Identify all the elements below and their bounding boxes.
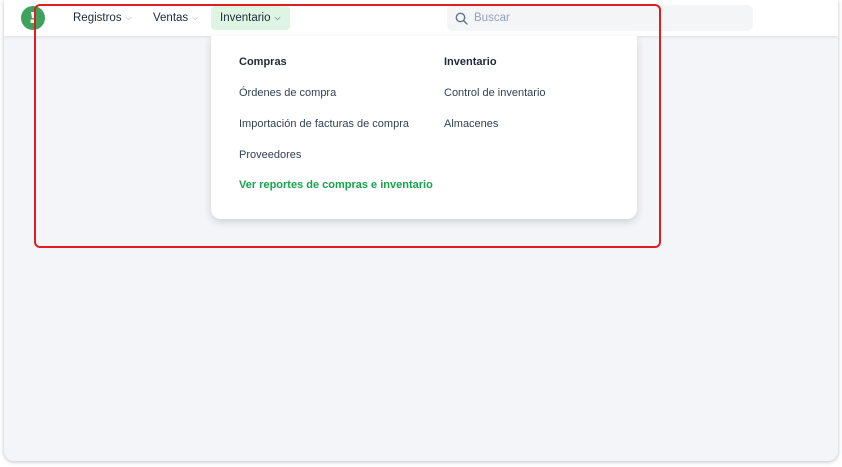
menu-item-ordenes-de-compra[interactable]: Órdenes de compra: [239, 87, 336, 99]
chevron-down-icon: ⌵: [274, 13, 281, 22]
inventario-dropdown-menu: Compras Órdenes de compra Importación de…: [211, 36, 637, 219]
top-navbar: Registros ⌵ Ventas ⌵ Inventario ⌵: [4, 0, 838, 36]
search-input[interactable]: [474, 12, 734, 24]
logo-icon: [30, 12, 36, 23]
menu-section-heading: Inventario: [444, 56, 497, 68]
chevron-down-icon: ⌵: [192, 13, 199, 22]
nav-item-label: Inventario: [220, 12, 271, 24]
app-logo[interactable]: [21, 6, 45, 30]
menu-section-heading: Compras: [239, 56, 287, 68]
app-window: Registros ⌵ Ventas ⌵ Inventario ⌵ Compra…: [4, 0, 838, 461]
nav-item-label: Ventas: [153, 12, 189, 24]
search-icon: [455, 12, 468, 25]
nav-item-label: Registros: [73, 12, 122, 24]
nav-item-ventas[interactable]: Ventas ⌵: [153, 6, 198, 30]
menu-item-proveedores[interactable]: Proveedores: [239, 149, 301, 161]
nav-item-registros[interactable]: Registros ⌵: [73, 6, 132, 30]
reports-link[interactable]: Ver reportes de compras e inventario: [239, 179, 433, 191]
menu-item-importacion-facturas[interactable]: Importación de facturas de compra: [239, 118, 409, 130]
nav-item-inventario[interactable]: Inventario ⌵: [211, 6, 290, 30]
chevron-down-icon: ⌵: [125, 13, 132, 22]
search-box[interactable]: [447, 5, 753, 31]
menu-item-control-de-inventario[interactable]: Control de inventario: [444, 87, 546, 99]
menu-item-almacenes[interactable]: Almacenes: [444, 118, 498, 130]
